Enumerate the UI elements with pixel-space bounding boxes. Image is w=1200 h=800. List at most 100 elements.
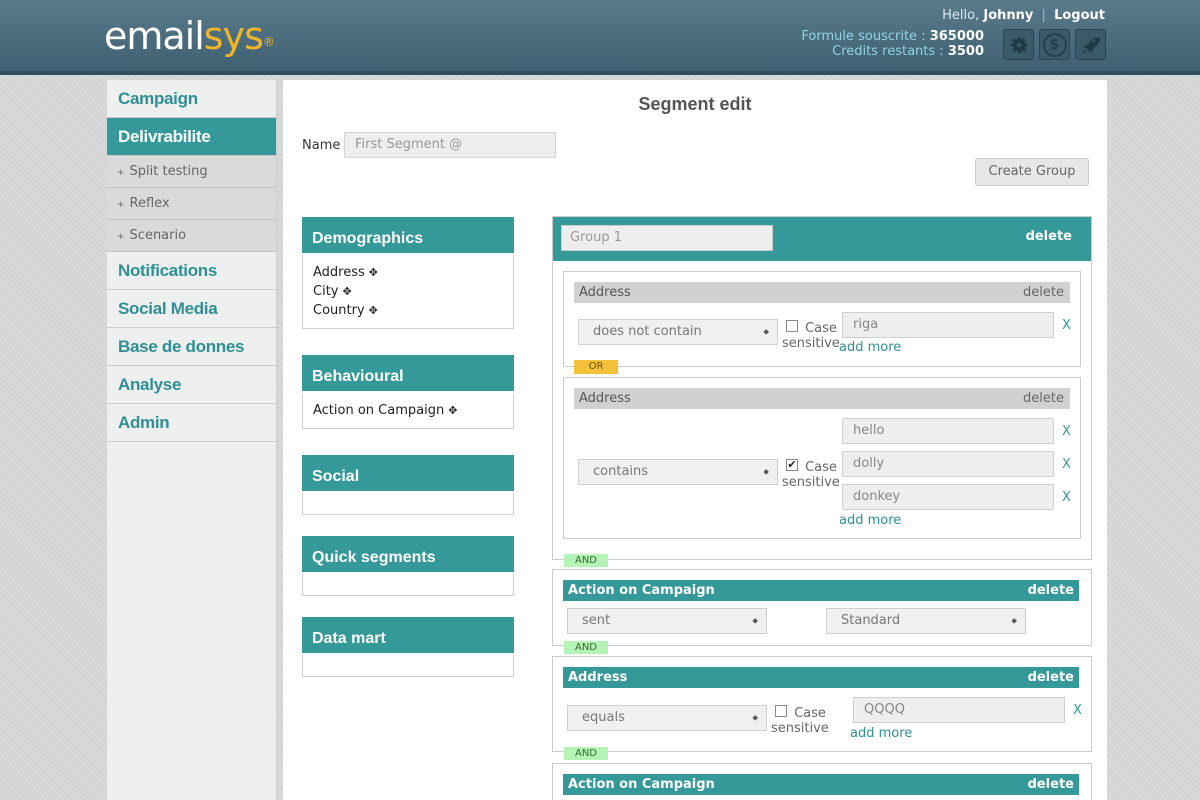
remove-value-button[interactable]: X bbox=[1062, 424, 1071, 439]
remove-value-button[interactable]: X bbox=[1062, 457, 1071, 472]
panel-title: Quick segments bbox=[302, 536, 514, 574]
formule-label: Formule souscrite : bbox=[801, 29, 926, 44]
and-badge: AND bbox=[564, 554, 608, 567]
field-address[interactable]: Address ✥ bbox=[313, 263, 503, 282]
action-value: sent bbox=[582, 613, 611, 628]
chevron-down-icon: ⬥ bbox=[1011, 616, 1017, 625]
field-label: Action on Campaign bbox=[313, 403, 445, 418]
condition-field-label: Address bbox=[579, 285, 631, 300]
condition-field-label: Address bbox=[579, 391, 631, 406]
sidebar-item-social-media[interactable]: Social Media bbox=[107, 290, 276, 328]
username: Johnny bbox=[983, 8, 1034, 23]
logo-registered-mark: ® bbox=[262, 35, 275, 49]
field-country[interactable]: Country ✥ bbox=[313, 301, 503, 320]
condition-address-1: Address delete does not contain ⬥ Case s… bbox=[563, 271, 1081, 367]
drag-add-icon[interactable]: ✥ bbox=[369, 266, 378, 279]
top-header: emailsys® Hello, Johnny | Logout Formule… bbox=[0, 0, 1200, 75]
case-sensitive-label: Case sensitive bbox=[771, 706, 829, 736]
value-input[interactable]: riga bbox=[842, 312, 1054, 338]
campaign-type-select[interactable]: Standard ⬥ bbox=[826, 608, 1026, 634]
condition-delete-link[interactable]: delete bbox=[1023, 282, 1064, 303]
settings-button[interactable] bbox=[1003, 29, 1034, 60]
sidebar-item-notifications[interactable]: Notifications bbox=[107, 252, 276, 290]
chevron-down-icon: ⬥ bbox=[752, 616, 758, 625]
drag-add-icon[interactable]: ✥ bbox=[369, 304, 378, 317]
group-delete-link[interactable]: delete bbox=[1026, 229, 1072, 244]
campaign-type-value: Standard bbox=[841, 613, 901, 628]
condition-action-on-campaign-1: Action on Campaign delete sent ⬥ Standar… bbox=[552, 569, 1092, 646]
create-group-button[interactable]: Create Group bbox=[975, 158, 1089, 186]
remove-value-button[interactable]: X bbox=[1062, 490, 1071, 505]
operator-select[interactable]: equals ⬥ bbox=[567, 705, 767, 731]
page-title: Segment edit bbox=[638, 94, 752, 114]
condition-field-label: Action on Campaign bbox=[568, 777, 715, 792]
and-badge: AND bbox=[564, 641, 608, 654]
panel-demographics: Demographics Address ✥ City ✥ Country ✥ bbox=[302, 217, 514, 329]
panel-title: Behavioural bbox=[302, 355, 514, 393]
condition-delete-link[interactable]: delete bbox=[1023, 388, 1064, 409]
condition-delete-link[interactable]: delete bbox=[1028, 580, 1074, 601]
panel-quick-segments: Quick segments bbox=[302, 536, 514, 596]
condition-field-label: Action on Campaign bbox=[568, 583, 715, 598]
chevron-down-icon: ⬥ bbox=[752, 713, 758, 722]
drag-add-icon[interactable]: ✥ bbox=[342, 285, 351, 298]
case-label-line1: Case bbox=[794, 706, 826, 721]
hello-label: Hello, bbox=[942, 8, 980, 23]
condition-delete-link[interactable]: delete bbox=[1028, 774, 1074, 795]
sidebar-item-delivrabilite[interactable]: Delivrabilite bbox=[107, 118, 276, 156]
panel-data-mart: Data mart bbox=[302, 617, 514, 677]
main-content: Segment edit Name First Segment @ Create… bbox=[283, 80, 1107, 800]
value-input[interactable]: donkey bbox=[842, 484, 1054, 510]
sidebar-item-analyse[interactable]: Analyse bbox=[107, 366, 276, 404]
field-action-on-campaign[interactable]: Action on Campaign ✥ bbox=[313, 401, 503, 420]
field-label: Address bbox=[313, 265, 365, 280]
operator-select[interactable]: contains ⬥ bbox=[578, 459, 778, 485]
remove-value-button[interactable]: X bbox=[1073, 703, 1082, 718]
credits-info: Formule souscrite : 365000 Credits resta… bbox=[801, 29, 984, 59]
condition-action-on-campaign-2: Action on Campaign delete bbox=[552, 763, 1092, 800]
subitem-label: Reflex bbox=[129, 196, 170, 211]
sidebar-nav: Campaign Delivrabilite + Split testing + R… bbox=[107, 80, 277, 800]
sidebar-item-campaign[interactable]: Campaign bbox=[107, 80, 276, 118]
panel-title: Demographics bbox=[302, 217, 514, 255]
value-input[interactable]: dolly bbox=[842, 451, 1054, 477]
value-input[interactable]: hello bbox=[842, 418, 1054, 444]
add-more-link[interactable]: add more bbox=[839, 513, 901, 528]
sidebar-item-base-de-donnes[interactable]: Base de donnes bbox=[107, 328, 276, 366]
value-input[interactable]: QQQQ bbox=[853, 697, 1065, 723]
panel-body bbox=[302, 574, 514, 596]
drag-add-icon[interactable]: ✥ bbox=[448, 404, 457, 417]
add-more-link[interactable]: add more bbox=[839, 340, 901, 355]
emailsys-logo[interactable]: emailsys® bbox=[104, 14, 275, 58]
billing-button[interactable]: $ bbox=[1039, 29, 1070, 60]
segment-name-input[interactable]: First Segment @ bbox=[344, 132, 556, 158]
condition-address-3: Address delete equals ⬥ Case sensitive Q… bbox=[552, 656, 1092, 752]
operator-value: contains bbox=[593, 464, 649, 479]
add-more-link[interactable]: add more bbox=[850, 726, 912, 741]
sidebar-item-admin[interactable]: Admin bbox=[107, 404, 276, 442]
panel-body bbox=[302, 493, 514, 515]
group-name-input[interactable]: Group 1 bbox=[561, 225, 773, 251]
sidebar-subitem-scenario[interactable]: + Scenario bbox=[107, 220, 276, 252]
chevron-down-icon: ⬥ bbox=[763, 467, 769, 476]
or-badge: OR bbox=[574, 360, 618, 374]
action-select[interactable]: sent ⬥ bbox=[567, 608, 767, 634]
field-city[interactable]: City ✥ bbox=[313, 282, 503, 301]
bullet-icon: + bbox=[117, 200, 125, 210]
panel-body: Address ✥ City ✥ Country ✥ bbox=[302, 255, 514, 329]
case-label-line1: Case bbox=[805, 460, 837, 475]
panel-body: Action on Campaign ✥ bbox=[302, 393, 514, 429]
rocket-icon bbox=[1082, 37, 1100, 53]
sidebar-subitem-split-testing[interactable]: + Split testing bbox=[107, 156, 276, 188]
operator-select[interactable]: does not contain ⬥ bbox=[578, 319, 778, 345]
subitem-label: Scenario bbox=[129, 228, 187, 243]
sidebar-subitem-reflex[interactable]: + Reflex bbox=[107, 188, 276, 220]
logout-link[interactable]: Logout bbox=[1054, 8, 1105, 23]
panel-title: Social bbox=[302, 455, 514, 493]
bullet-icon: + bbox=[117, 168, 125, 178]
remove-value-button[interactable]: X bbox=[1062, 318, 1071, 333]
dollar-icon: $ bbox=[1042, 32, 1067, 57]
operator-value: equals bbox=[582, 710, 625, 725]
launch-button[interactable] bbox=[1075, 29, 1106, 60]
condition-delete-link[interactable]: delete bbox=[1028, 667, 1074, 688]
